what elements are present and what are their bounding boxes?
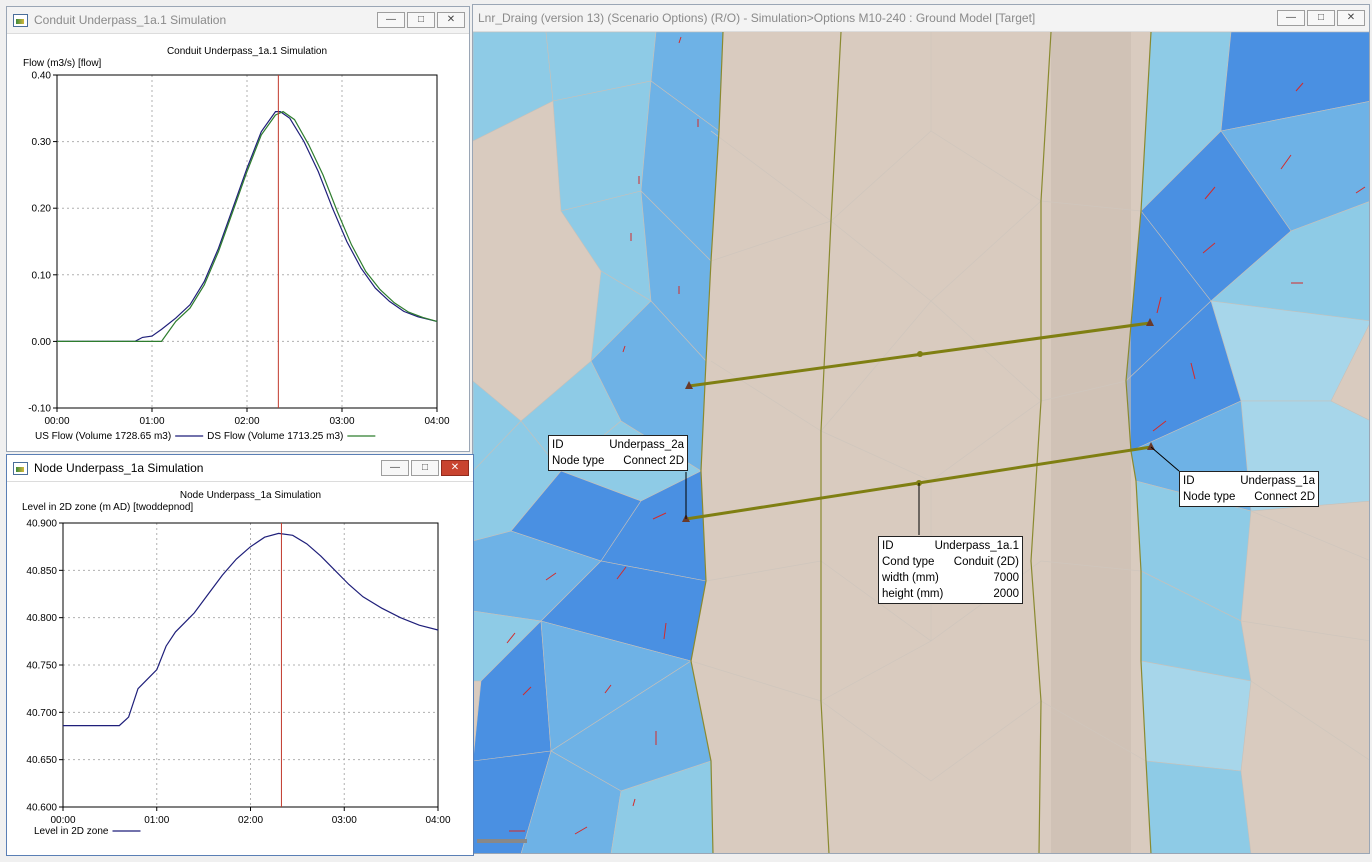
x-tick-label: 02:00 — [238, 815, 263, 826]
tip-label: ID — [552, 439, 564, 451]
legend-label: DS Flow (Volume 1713.25 m3) — [207, 431, 343, 442]
y-axis-label: Flow (m3/s) [flow] — [23, 58, 102, 69]
tip-label: ID — [1183, 475, 1195, 487]
y-tick-label: 0.30 — [32, 137, 52, 148]
conduit-window-title: Conduit Underpass_1a.1 Simulation — [34, 13, 227, 27]
scale-bar — [477, 839, 527, 843]
x-tick-label: 02:00 — [234, 416, 259, 427]
y-tick-label: 40.700 — [26, 708, 57, 719]
level-chart[interactable]: Node Underpass_1a SimulationLevel in 2D … — [7, 482, 473, 856]
minimize-icon[interactable]: — — [381, 460, 409, 476]
tip-label: width (mm) — [882, 572, 939, 584]
graph-app-icon — [13, 13, 28, 27]
tooltip-node-underpass-1a: ID Underpass_1a Node type Connect 2D — [1179, 471, 1319, 507]
tip-value: Connect 2D — [1254, 491, 1315, 503]
x-tick-label: 00:00 — [44, 416, 69, 427]
tip-value: Underpass_1a.1 — [934, 540, 1019, 552]
legend-label: Level in 2D zone — [34, 826, 109, 837]
node-titlebar[interactable]: Node Underpass_1a Simulation — □ ✕ — [7, 455, 473, 482]
legend-label: US Flow (Volume 1728.65 m3) — [35, 431, 171, 442]
tooltip-conduit-underpass-1a1: ID Underpass_1a.1 Cond type Conduit (2D) w… — [878, 536, 1023, 604]
x-tick-label: 03:00 — [332, 815, 357, 826]
tooltip-node-underpass-2a: ID Underpass_2a Node type Connect 2D — [548, 435, 688, 471]
y-tick-label: 40.800 — [26, 613, 57, 624]
tip-label: Node type — [1183, 491, 1236, 503]
y-tick-label: 40.900 — [26, 519, 57, 530]
tip-label: Cond type — [882, 556, 935, 568]
chart-title: Node Underpass_1a Simulation — [180, 490, 321, 501]
x-tick-label: 01:00 — [139, 416, 164, 427]
minimize-icon[interactable]: — — [1277, 10, 1305, 26]
conduit-titlebar[interactable]: Conduit Underpass_1a.1 Simulation — □ ✕ — [7, 7, 469, 34]
node-window-title: Node Underpass_1a Simulation — [34, 461, 204, 475]
tip-label: Node type — [552, 455, 605, 467]
y-tick-label: 40.600 — [26, 803, 57, 814]
y-tick-label: 0.20 — [32, 204, 52, 215]
close-icon[interactable]: ✕ — [437, 12, 465, 28]
close-icon[interactable]: ✕ — [1337, 10, 1365, 26]
tip-value: 7000 — [993, 572, 1019, 584]
maximize-icon[interactable]: □ — [1307, 10, 1335, 26]
close-icon[interactable]: ✕ — [441, 460, 469, 476]
y-tick-label: 40.750 — [26, 661, 57, 672]
tip-label: height (mm) — [882, 588, 944, 600]
x-tick-label: 01:00 — [144, 815, 169, 826]
map-window-title: Lnr_Draing (version 13) (Scenario Option… — [478, 11, 1036, 25]
maximize-icon[interactable]: □ — [407, 12, 435, 28]
maximize-icon[interactable]: □ — [411, 460, 439, 476]
y-tick-label: 0.40 — [32, 71, 52, 82]
tip-value: Conduit (2D) — [953, 556, 1019, 568]
conduit-graph-window: Conduit Underpass_1a.1 Simulation — □ ✕ … — [6, 6, 470, 452]
tip-value: Connect 2D — [623, 455, 684, 467]
y-tick-label: -0.10 — [28, 404, 51, 415]
minimize-icon[interactable]: — — [377, 12, 405, 28]
x-tick-label: 04:00 — [424, 416, 449, 427]
x-tick-label: 00:00 — [50, 815, 75, 826]
ground-model-window: Lnr_Draing (version 13) (Scenario Option… — [472, 4, 1370, 854]
tip-value: Underpass_1a — [1240, 475, 1315, 487]
graph-app-icon — [13, 461, 28, 475]
chart-title: Conduit Underpass_1a.1 Simulation — [167, 46, 327, 57]
node-graph-window: Node Underpass_1a Simulation — □ ✕ Node … — [6, 454, 474, 856]
tip-value: 2000 — [993, 588, 1019, 600]
y-tick-label: 0.00 — [32, 337, 52, 348]
tip-label: ID — [882, 540, 894, 552]
x-tick-label: 03:00 — [329, 416, 354, 427]
y-axis-label: Level in 2D zone (m AD) [twoddepnod] — [22, 502, 193, 513]
map-titlebar[interactable]: Lnr_Draing (version 13) (Scenario Option… — [473, 5, 1369, 32]
y-tick-label: 0.10 — [32, 270, 52, 281]
y-tick-label: 40.850 — [26, 566, 57, 577]
tip-value: Underpass_2a — [609, 439, 684, 451]
x-tick-label: 04:00 — [425, 815, 450, 826]
flow-chart[interactable]: Conduit Underpass_1a.1 Simulation Flow (m… — [7, 34, 469, 452]
y-tick-label: 40.650 — [26, 755, 57, 766]
